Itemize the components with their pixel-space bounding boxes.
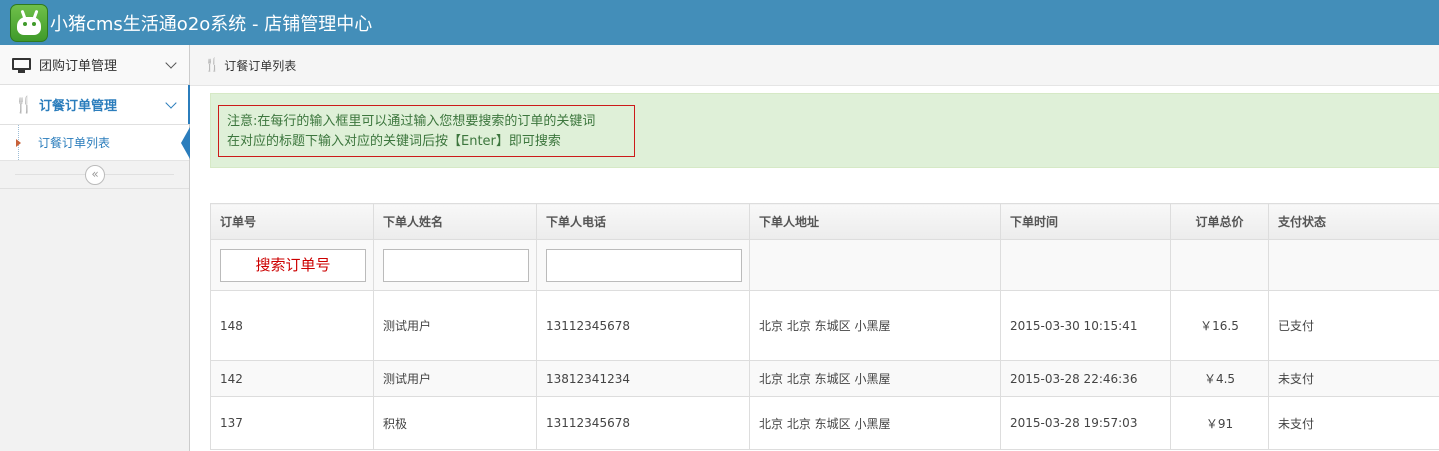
caret-right-icon (16, 139, 21, 147)
cell-name: 测试用户 (373, 360, 537, 397)
search-phone-input[interactable] (546, 248, 742, 282)
column-header-total[interactable]: 订单总价 (1170, 203, 1269, 240)
cell-total: ￥91 (1170, 396, 1269, 450)
collapse-sidebar-button[interactable]: « (85, 165, 105, 185)
cell-address: 北京 北京 东城区 小黑屋 (749, 360, 1001, 397)
column-header-name[interactable]: 下单人姓名 (373, 203, 537, 240)
breadcrumb-current[interactable]: 订餐订单列表 (224, 57, 296, 74)
breadcrumb: 🍴 订餐订单列表 (190, 45, 1439, 86)
search-name-input[interactable] (383, 248, 529, 282)
table-row[interactable]: 142 测试用户 13812341234 北京 北京 东城区 小黑屋 2015-… (210, 360, 1439, 397)
column-header-phone[interactable]: 下单人电话 (536, 203, 750, 240)
cell-name: 测试用户 (373, 290, 537, 361)
search-hint-alert: 注意:在每行的输入框里可以通过输入您想要搜索的订单的关键词 在对应的标题下输入对… (210, 93, 1439, 168)
filter-row: 搜索订单号 (210, 239, 1439, 291)
cell-address: 北京 北京 东城区 小黑屋 (749, 396, 1001, 450)
cell-phone: 13812341234 (536, 360, 750, 397)
column-header-order-id[interactable]: 订单号 (210, 203, 374, 240)
cutlery-icon: 🍴 (14, 94, 34, 114)
cell-address: 北京 北京 东城区 小黑屋 (749, 290, 1001, 361)
cell-total: ￥4.5 (1170, 360, 1269, 397)
notice-line-2: 在对应的标题下输入对应的关键词后按【Enter】即可搜索 (227, 134, 561, 149)
column-header-time[interactable]: 下单时间 (1000, 203, 1171, 240)
cell-status: 未支付 (1268, 360, 1439, 397)
cell-order-id: 142 (210, 360, 374, 397)
top-header: 小猪cms生活通o2o系统 - 店铺管理中心 (0, 0, 1439, 45)
notice-line-1: 注意:在每行的输入框里可以通过输入您想要搜索的订单的关键词 (227, 114, 596, 129)
cell-phone: 13112345678 (536, 290, 750, 361)
sidebar-subitem-label: 订餐订单列表 (38, 136, 111, 150)
cell-status: 未支付 (1268, 396, 1439, 450)
table-row[interactable]: 148 测试用户 13112345678 北京 北京 东城区 小黑屋 2015-… (210, 290, 1439, 361)
sidebar-subitem-meal-order-list[interactable]: 订餐订单列表 (0, 125, 190, 161)
cell-time: 2015-03-30 10:15:41 (1000, 290, 1171, 361)
sidebar-item-group-orders[interactable]: 团购订单管理 (0, 45, 189, 85)
sidebar: 团购订单管理 🍴 订餐订单管理 订餐订单列表 « (0, 45, 190, 451)
cell-name: 积极 (373, 396, 537, 450)
cutlery-icon: 🍴 (204, 57, 221, 73)
orders-table: 订单号 下单人姓名 下单人电话 下单人地址 下单时间 订单总价 支付状态 搜索订… (210, 203, 1439, 450)
cell-time: 2015-03-28 22:46:36 (1000, 360, 1171, 397)
sidebar-collapse-bar: « (0, 161, 189, 189)
logo-icon[interactable] (10, 3, 48, 42)
chevron-down-icon (165, 96, 177, 109)
sidebar-item-label: 订餐订单管理 (39, 99, 118, 114)
cell-status: 已支付 (1268, 290, 1439, 361)
table-header-row: 订单号 下单人姓名 下单人电话 下单人地址 下单时间 订单总价 支付状态 (210, 203, 1439, 240)
sidebar-item-label: 团购订单管理 (39, 59, 118, 74)
active-pointer-icon (181, 127, 190, 159)
chevron-down-icon (165, 56, 177, 69)
cell-phone: 13112345678 (536, 396, 750, 450)
cell-total: ￥16.5 (1170, 290, 1269, 361)
table-row[interactable]: 137 积极 13112345678 北京 北京 东城区 小黑屋 2015-03… (210, 396, 1439, 450)
sidebar-item-meal-orders[interactable]: 🍴 订餐订单管理 (0, 85, 190, 125)
column-header-address[interactable]: 下单人地址 (749, 203, 1001, 240)
cell-order-id: 148 (210, 290, 374, 361)
monitor-icon (12, 57, 32, 73)
search-hint-notice: 注意:在每行的输入框里可以通过输入您想要搜索的订单的关键词 在对应的标题下输入对… (218, 105, 635, 157)
app-title: 小猪cms生活通o2o系统 - 店铺管理中心 (50, 13, 373, 35)
search-order-id-input[interactable]: 搜索订单号 (220, 248, 366, 282)
column-header-status[interactable]: 支付状态 (1268, 203, 1439, 240)
cell-order-id: 137 (210, 396, 374, 450)
cell-time: 2015-03-28 19:57:03 (1000, 396, 1171, 450)
